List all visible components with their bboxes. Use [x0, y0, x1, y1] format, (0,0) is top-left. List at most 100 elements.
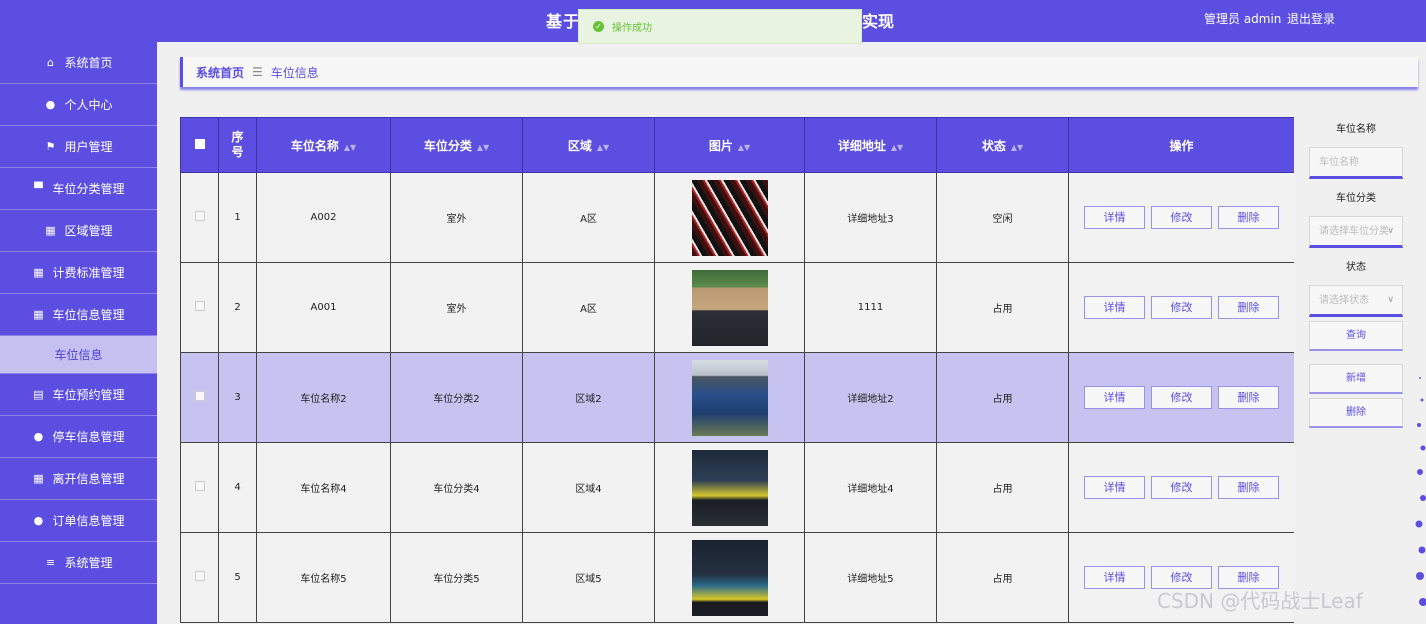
detail-button[interactable]: 详情 — [1084, 566, 1145, 589]
status-filter-select[interactable]: 请选择状态 ∨ — [1309, 285, 1403, 317]
table-row[interactable]: 3 车位名称2 车位分类2 区域2 详细地址2 占用 详情 修改 删除 — [180, 352, 1294, 443]
table-row[interactable]: 2 A001 室外 A区 1111 占用 详情 修改 删除 — [180, 262, 1294, 353]
app-title-start: 基于 — [546, 12, 581, 31]
sidebar-item-home[interactable]: ⌂ 系统首页 — [0, 42, 157, 84]
sidebar-item-leave[interactable]: ▦ 离开信息管理 — [0, 458, 157, 500]
edit-button[interactable]: 修改 — [1151, 206, 1212, 229]
detail-button[interactable]: 详情 — [1084, 386, 1145, 409]
parking-photo[interactable] — [691, 359, 768, 436]
flag-icon: ⚑ — [45, 140, 56, 153]
edit-button[interactable]: 修改 — [1151, 296, 1212, 319]
col-header-category[interactable]: 车位分类 ▲▼ — [390, 117, 523, 173]
col-header-image[interactable]: 图片 ▲▼ — [654, 117, 805, 173]
breadcrumb: 系统首页 ☰ 车位信息 — [180, 57, 1418, 87]
row-checkbox[interactable] — [194, 391, 205, 401]
user-icon: ● — [45, 98, 56, 111]
parking-photo[interactable] — [691, 179, 768, 256]
delete-button[interactable]: 删除 — [1218, 476, 1279, 499]
row-checkbox[interactable] — [194, 301, 205, 311]
sidebar-item-users[interactable]: ⚑ 用户管理 — [0, 126, 157, 168]
edit-button[interactable]: 修改 — [1151, 476, 1212, 499]
breadcrumb-home[interactable]: 系统首页 — [196, 64, 244, 81]
sort-icon: ▲▼ — [596, 142, 610, 152]
user-icon: ● — [33, 430, 44, 443]
row-checkbox[interactable] — [194, 481, 205, 491]
check-circle-icon: ✓ — [593, 21, 604, 32]
cell-category: 室外 — [390, 262, 523, 353]
detail-button[interactable]: 详情 — [1084, 296, 1145, 319]
delete-button[interactable]: 删除 — [1218, 386, 1279, 409]
table-row[interactable]: 4 车位名称4 车位分类4 区域4 详细地址4 占用 详情 修改 删除 — [180, 442, 1294, 533]
sidebar-item-orders[interactable]: ● 订单信息管理 — [0, 500, 157, 542]
cell-address: 1111 — [804, 262, 937, 353]
sidebar-subitem-space-info[interactable]: 车位信息 — [0, 336, 157, 374]
watermark-text: CSDN @代码战士Leaf — [1157, 589, 1363, 613]
cell-address: 详细地址5 — [804, 532, 937, 623]
breadcrumb-current: 车位信息 — [270, 65, 319, 80]
cell-status: 占用 — [936, 352, 1069, 443]
cell-category: 车位分类5 — [390, 532, 523, 623]
cell-address: 详细地址3 — [804, 172, 937, 263]
delete-button[interactable]: 删除 — [1218, 296, 1279, 319]
grid-icon: ▦ — [45, 224, 56, 237]
table-row[interactable]: 5 车位名称5 车位分类5 区域5 详细地址5 占用 详情 修改 删除 — [180, 532, 1294, 623]
parking-photo[interactable] — [691, 449, 768, 526]
sidebar-item-system[interactable]: ≡ 系统管理 — [0, 542, 157, 584]
decorative-dots — [1415, 377, 1426, 606]
cell-area: A区 — [522, 262, 655, 353]
batch-delete-button[interactable]: 删除 — [1309, 398, 1403, 428]
parking-photo[interactable] — [691, 539, 768, 616]
user-icon: ● — [33, 514, 44, 527]
sidebar: ⌂ 系统首页 ● 个人中心 ⚑ 用户管理 ▀ 车位分类管理 ▦ 区域管理 ▦ 计费标准管理 … — [0, 42, 157, 624]
edit-button[interactable]: 修改 — [1151, 386, 1212, 409]
breadcrumb-separator-icon: ☰ — [252, 65, 263, 79]
col-header-name[interactable]: 车位名称 ▲▼ — [256, 117, 391, 173]
sidebar-item-profile[interactable]: ● 个人中心 — [0, 84, 157, 126]
col-header-address[interactable]: 详细地址 ▲▼ — [804, 117, 937, 173]
sidebar-item-billing[interactable]: ▦ 计费标准管理 — [0, 252, 157, 294]
cell-area: 区域2 — [522, 352, 655, 443]
row-checkbox[interactable] — [194, 571, 205, 581]
sort-icon: ▲▼ — [476, 142, 490, 152]
col-header-status[interactable]: 状态 ▲▼ — [936, 117, 1069, 173]
cell-index: 1 — [218, 172, 257, 263]
detail-button[interactable]: 详情 — [1084, 206, 1145, 229]
home-icon: ⌂ — [46, 56, 54, 69]
cell-category: 车位分类2 — [390, 352, 523, 443]
parking-photo[interactable] — [691, 269, 768, 346]
table-row[interactable]: 1 A002 室外 A区 详细地址3 空闲 详情 修改 删除 — [180, 172, 1294, 263]
name-filter-input[interactable]: 车位名称 — [1309, 147, 1403, 179]
sidebar-item-space-category[interactable]: ▀ 车位分类管理 — [0, 168, 157, 210]
success-toast: ✓ 操作成功 — [578, 9, 862, 44]
sidebar-item-parking[interactable]: ● 停车信息管理 — [0, 416, 157, 458]
table-icon: ▤ — [33, 388, 44, 401]
sort-icon: ▲▼ — [890, 142, 904, 152]
cell-name: 车位名称5 — [256, 532, 391, 623]
category-filter-label: 车位分类 — [1336, 193, 1376, 204]
data-table-container: 序号 车位名称 ▲▼ 车位分类 ▲▼ 区域 ▲▼ 图片 ▲▼ 详细地址 ▲▼ 状态 ▲▼ 操… — [180, 117, 1294, 624]
cell-name: A001 — [256, 262, 391, 353]
filter-panel: 车位名称 车位名称 车位分类 请选择车位分类 ∨ 状态 请选择状态 ∨ 查询 新增 … — [1309, 120, 1403, 428]
sidebar-item-space-info-mgmt[interactable]: ▦ 车位信息管理 — [0, 294, 157, 336]
logout-link[interactable]: 退出登录 — [1287, 10, 1335, 27]
add-button[interactable]: 新增 — [1309, 364, 1403, 394]
select-all-checkbox[interactable] — [194, 139, 205, 149]
status-filter-label: 状态 — [1346, 262, 1366, 273]
cell-status: 占用 — [936, 532, 1069, 623]
col-header-area[interactable]: 区域 ▲▼ — [522, 117, 655, 173]
monitor-icon: ▀ — [34, 182, 43, 195]
sidebar-item-area[interactable]: ▦ 区域管理 — [0, 210, 157, 252]
sidebar-item-reservation[interactable]: ▤ 车位预约管理 — [0, 374, 157, 416]
cell-status: 占用 — [936, 262, 1069, 353]
detail-button[interactable]: 详情 — [1084, 476, 1145, 499]
cell-area: A区 — [522, 172, 655, 263]
delete-button[interactable]: 删除 — [1218, 206, 1279, 229]
toast-message: 操作成功 — [612, 23, 652, 34]
category-filter-select[interactable]: 请选择车位分类 ∨ — [1309, 216, 1403, 248]
row-checkbox[interactable] — [194, 211, 205, 221]
search-button[interactable]: 查询 — [1309, 321, 1403, 351]
col-header-index: 序号 — [218, 117, 257, 173]
cell-index: 4 — [218, 442, 257, 533]
cell-index: 2 — [218, 262, 257, 353]
data-table: 序号 车位名称 ▲▼ 车位分类 ▲▼ 区域 ▲▼ 图片 ▲▼ 详细地址 ▲▼ 状态 ▲▼ 操… — [180, 117, 1294, 623]
